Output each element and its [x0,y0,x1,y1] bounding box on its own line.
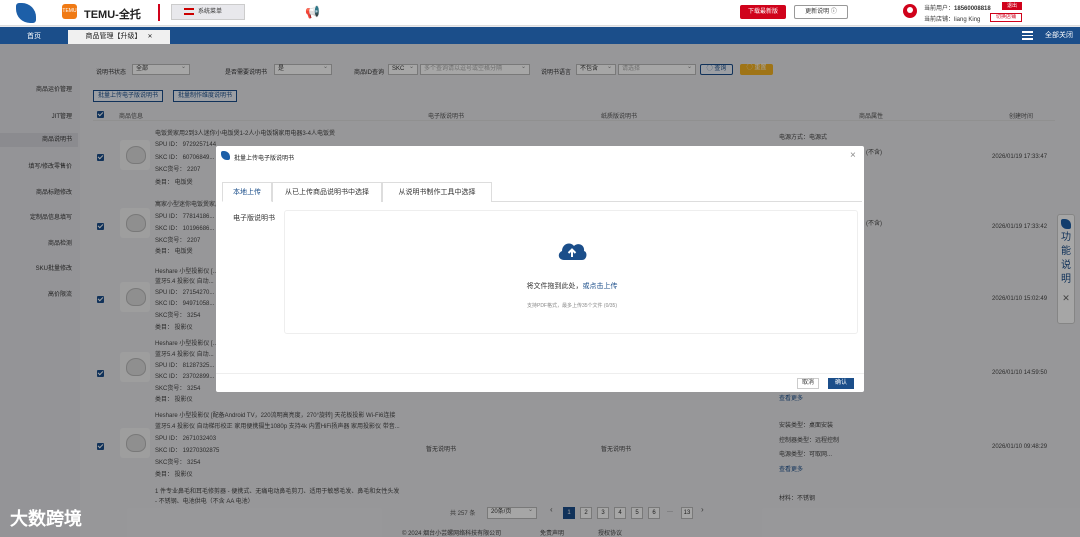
brand-title: TEMU-全托 [84,9,141,21]
tab-label: 商品管理【升级】 [85,33,142,40]
user-value: 18560008818 [954,6,991,12]
tab-manual-tool[interactable]: 从说明书制作工具中选择 [382,182,492,202]
tab-product-management[interactable]: 商品管理【升级】 ✕ [68,30,170,44]
click-upload-link[interactable]: 或点击上传 [583,283,618,290]
menu-icon [184,8,194,15]
watermark: 大数跨境 [10,509,82,529]
divider [158,4,160,21]
page-tab-bar: 首页 商品管理【升级】 ✕ 全部关闭 [0,27,1080,44]
user-label: 当前用户： [924,6,955,12]
dialog-logo-icon [221,151,230,160]
confirm-button[interactable]: 确认 [828,378,854,389]
switch-shop-button[interactable]: 切换店铺 [990,13,1022,22]
temu-badge-icon: TEMU [62,4,77,19]
download-latest-button[interactable]: 下载最新版 [740,5,786,19]
update-notes-button[interactable]: 更新说明 ⓘ [794,5,848,19]
upload-hint: 支持PDF格式，最多上传35个文件 (0/35) [526,303,617,309]
current-user: 当前用户：18560008818 [924,3,991,12]
tab-home[interactable]: 首页 [0,30,68,44]
top-header: TEMU TEMU-全托 系统菜单 📢 下载最新版 更新说明 ⓘ 当前用户：18… [0,0,1080,26]
shop-value: liang King [954,17,981,23]
list-icon[interactable] [1022,31,1033,40]
system-menu-button[interactable]: 系统菜单 [171,4,245,20]
dialog-title: 批量上传电子版说明书 [234,156,295,162]
file-dropzone[interactable]: 将文件拖到此处，或点击上传 支持PDF格式，最多上传35个文件 (0/35) [284,210,858,334]
system-menu-label: 系统菜单 [198,9,223,15]
batch-upload-dialog: 批量上传电子版说明书 × 本地上传 从已上传商品说明书中选择 从说明书制作工具中… [216,146,864,392]
app-logo[interactable] [16,3,36,23]
dialog-footer: 取消 确认 [216,373,864,392]
cloud-upload-icon [558,243,587,260]
upload-source-tabs: 本地上传 从已上传商品说明书中选择 从说明书制作工具中选择 [222,182,862,202]
tab-local-upload[interactable]: 本地上传 [222,182,272,202]
shop-label: 当前店铺： [924,17,955,23]
cancel-button[interactable]: 取消 [797,378,819,389]
announcement-icon[interactable]: 📢 [305,5,320,19]
drop-instruction: 将文件拖到此处，或点击上传 [285,281,859,291]
tab-close-icon[interactable]: ✕ [147,34,152,40]
user-avatar-icon[interactable] [903,4,917,18]
current-shop: 当前店铺：liang King [924,14,980,23]
tab-uploaded-manuals[interactable]: 从已上传商品说明书中选择 [272,182,382,202]
drop-text: 将文件拖到此处， [526,283,583,290]
close-all-tabs[interactable]: 全部关闭 [1045,30,1073,40]
logout-button[interactable]: 退出 [1002,2,1022,10]
close-icon[interactable]: × [850,150,856,161]
field-label: 电子版说明书 [233,215,275,222]
